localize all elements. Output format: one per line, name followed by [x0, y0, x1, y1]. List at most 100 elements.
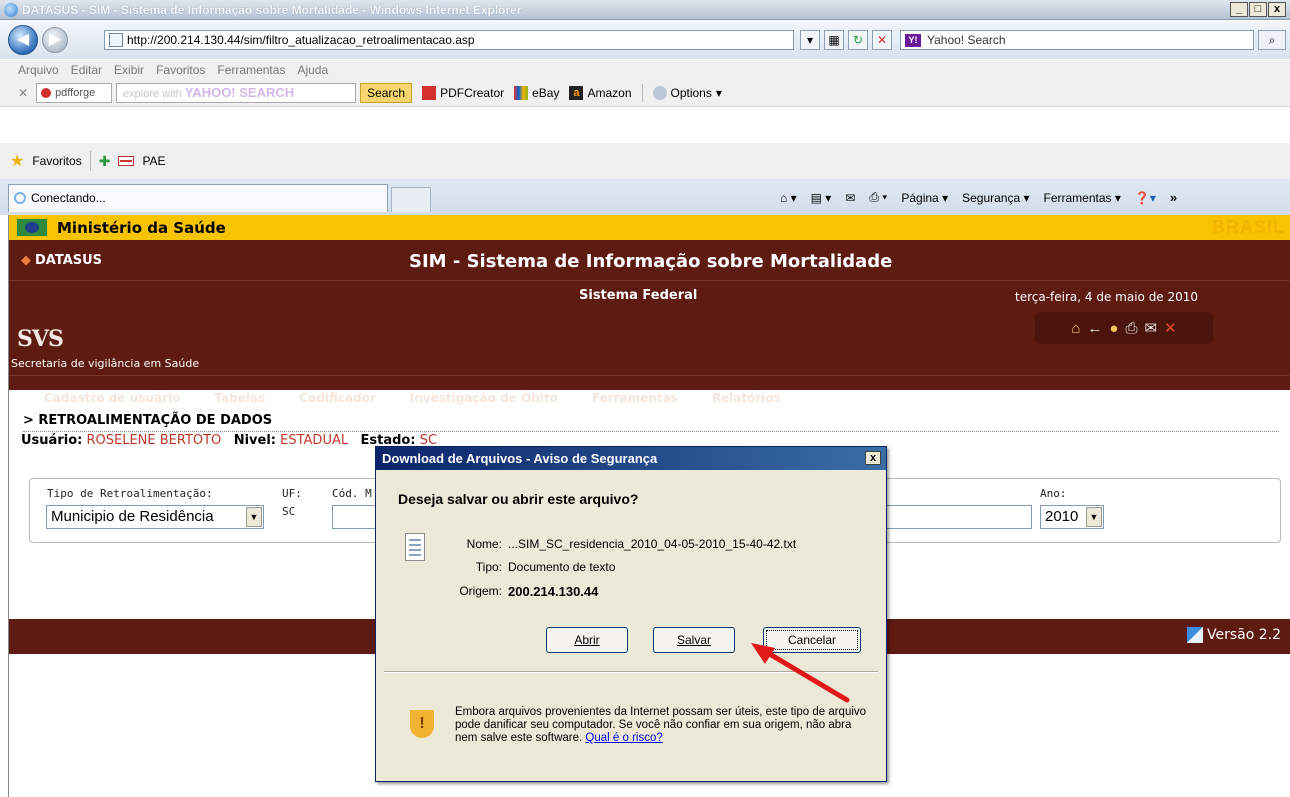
red-arrow-annotation	[751, 643, 850, 703]
svs-description: Secretaria de vigilância em Saúde	[11, 357, 200, 370]
feeds-icon[interactable]: ▤ ▾	[811, 191, 832, 205]
menu-exibir[interactable]: Exibir	[114, 63, 144, 77]
ministry-label: Ministério da Saúde	[57, 218, 226, 237]
print-icon[interactable]: ⎙ ▾	[869, 190, 887, 205]
window-close-button[interactable]: x	[1268, 2, 1286, 17]
arrow-head	[751, 643, 775, 664]
site-header: DATASUS SIM - Sistema de Informação sobr…	[9, 240, 1290, 405]
search-input[interactable]: Y! Yahoo! Search	[900, 30, 1254, 50]
favorites-star-icon[interactable]: ★	[10, 151, 24, 171]
options-label: Options	[670, 85, 712, 100]
search-icon[interactable]: ⌕	[1258, 30, 1286, 50]
options-button[interactable]: Options ▾	[652, 85, 722, 100]
tipo-label: Tipo:	[475, 560, 502, 574]
home-icon[interactable]: ⌂ ▾	[780, 191, 797, 205]
brazil-flag-icon	[17, 219, 47, 236]
ferramentas-label: Ferramentas	[1043, 190, 1112, 205]
command-bar: ⌂ ▾ ▤ ▾ ✉ ⎙ ▾ Página ▾ Segurança ▾ Ferra…	[780, 190, 1177, 205]
tab-row: ★ Favoritos ✚ PAE Conectando... ⌂ ▾ ▤ ▾ …	[0, 143, 1290, 215]
breadcrumb-underline	[23, 431, 1279, 432]
salvar-button[interactable]: Salvar	[653, 627, 735, 653]
abrir-button[interactable]: Abrir	[546, 627, 628, 653]
ferramentas-menu[interactable]: Ferramentas ▾	[1044, 191, 1121, 205]
uf-value: SC	[282, 505, 296, 518]
home-icon[interactable]: ⌂	[1071, 320, 1080, 337]
toolbar-close-icon[interactable]: ✕	[18, 86, 28, 100]
chevron-down-icon: ▾	[715, 85, 722, 100]
print-icon[interactable]: ⎙	[1125, 320, 1137, 337]
pdfcreator-button[interactable]: PDFCreator	[422, 85, 504, 100]
ebay-label: eBay	[532, 85, 560, 100]
pagina-menu[interactable]: Página ▾	[901, 191, 948, 205]
cod-label: Cód. M	[332, 487, 372, 500]
favorites-bar: ★ Favoritos ✚ PAE	[0, 143, 1290, 179]
brasil-logo: BRASIL	[1212, 217, 1285, 238]
mail-icon[interactable]: ✉	[1144, 319, 1157, 337]
tipo-value: Documento de texto	[508, 560, 616, 574]
tipo-select[interactable]: Municipio de Residência ▼	[46, 505, 264, 529]
datasus-logo: DATASUS	[21, 253, 102, 268]
dialog-title: Download de Arquivos - Aviso de Seguranç…	[382, 451, 658, 466]
nav-tabelas[interactable]: Tabelas	[197, 391, 282, 405]
usuario-label: Usuário:	[21, 433, 83, 448]
text-file-icon	[405, 533, 425, 561]
ano-select[interactable]: 2010 ▼	[1040, 505, 1104, 529]
seguranca-label: Segurança	[962, 190, 1021, 205]
url-input[interactable]: http://200.214.130.44/sim/filtro_atualiz…	[104, 30, 794, 50]
menu-editar[interactable]: Editar	[71, 63, 102, 77]
amazon-icon: a	[569, 85, 584, 100]
nav-relatorios[interactable]: Relatórios	[695, 391, 798, 405]
help-icon[interactable]: ❓▾	[1135, 191, 1156, 205]
forward-button[interactable]: ▶	[42, 27, 68, 53]
origem-label: Origem:	[459, 584, 502, 598]
favorites-label[interactable]: Favoritos	[32, 154, 81, 168]
nav-investigacao-obito[interactable]: Investigação de Óbito	[393, 391, 575, 405]
close-icon[interactable]: ✕	[1164, 319, 1177, 337]
arrow-shaft	[760, 647, 850, 703]
svs-logo: SVS	[17, 326, 64, 352]
dialog-question: Deseja salvar ou abrir este arquivo?	[398, 491, 639, 507]
dialog-close-button[interactable]: x	[865, 451, 881, 465]
refresh-icon[interactable]: ↻	[848, 30, 868, 50]
tipo-label: Tipo de Retroalimentação:	[47, 487, 213, 500]
add-favorite-icon[interactable]: ✚	[99, 153, 111, 170]
mail-icon[interactable]: ✉	[845, 191, 855, 205]
loading-icon	[14, 192, 26, 204]
more-chevron-icon[interactable]: »	[1170, 190, 1177, 205]
ano-selected: 2010	[1045, 508, 1079, 525]
nivel-value: ESTADUAL	[280, 433, 349, 448]
nome-value: ...SIM_SC_residencia_2010_04-05-2010_15-…	[508, 537, 797, 551]
ebay-button[interactable]: eBay	[514, 85, 560, 100]
yahoo-search-box[interactable]: explore with YAHOO! SEARCH	[116, 82, 357, 103]
amazon-button[interactable]: a Amazon	[569, 85, 632, 100]
maximize-button[interactable]: □	[1249, 2, 1267, 17]
yahoo-brand: YAHOO! SEARCH	[184, 84, 295, 100]
search-placeholder: Yahoo! Search	[927, 33, 1006, 47]
stop-icon[interactable]: ✕	[872, 30, 892, 50]
risk-link[interactable]: Qual é o risco?	[585, 732, 662, 744]
lightbulb-icon[interactable]: ●	[1109, 320, 1118, 337]
back-arrow-icon[interactable]: ←	[1087, 320, 1102, 337]
page-icon	[109, 33, 123, 47]
pdfforge-button[interactable]: pdfforge	[36, 82, 113, 103]
ie-icon	[4, 2, 18, 17]
nav-ferramentas[interactable]: Ferramentas	[575, 391, 695, 405]
dropdown-icon[interactable]: ▾	[800, 30, 820, 50]
back-button[interactable]: ◀	[8, 25, 38, 55]
menu-favoritos[interactable]: Favoritos	[156, 63, 205, 77]
address-bar-row: ◀ ▶ http://200.214.130.44/sim/filtro_atu…	[0, 21, 1290, 59]
menu-ajuda[interactable]: Ajuda	[297, 63, 328, 77]
search-button[interactable]: Search	[360, 82, 413, 103]
menu-arquivo[interactable]: Arquivo	[18, 63, 59, 77]
nav-codificador[interactable]: Codificador	[282, 391, 393, 405]
browser-tab[interactable]: Conectando...	[8, 184, 388, 212]
compat-icon[interactable]: ▦	[824, 30, 844, 50]
download-dialog: Download de Arquivos - Aviso de Seguranç…	[375, 446, 887, 782]
minimize-button[interactable]: _	[1230, 2, 1248, 17]
new-tab-button[interactable]	[391, 187, 431, 212]
favorite-item-pae[interactable]: PAE	[142, 154, 165, 168]
seguranca-menu[interactable]: Segurança ▾	[962, 191, 1029, 205]
nav-cadastro-usuario[interactable]: Cadastro de usuário	[9, 391, 197, 405]
yahoo-icon: Y!	[905, 34, 921, 47]
menu-ferramentas[interactable]: Ferramentas	[217, 63, 285, 77]
